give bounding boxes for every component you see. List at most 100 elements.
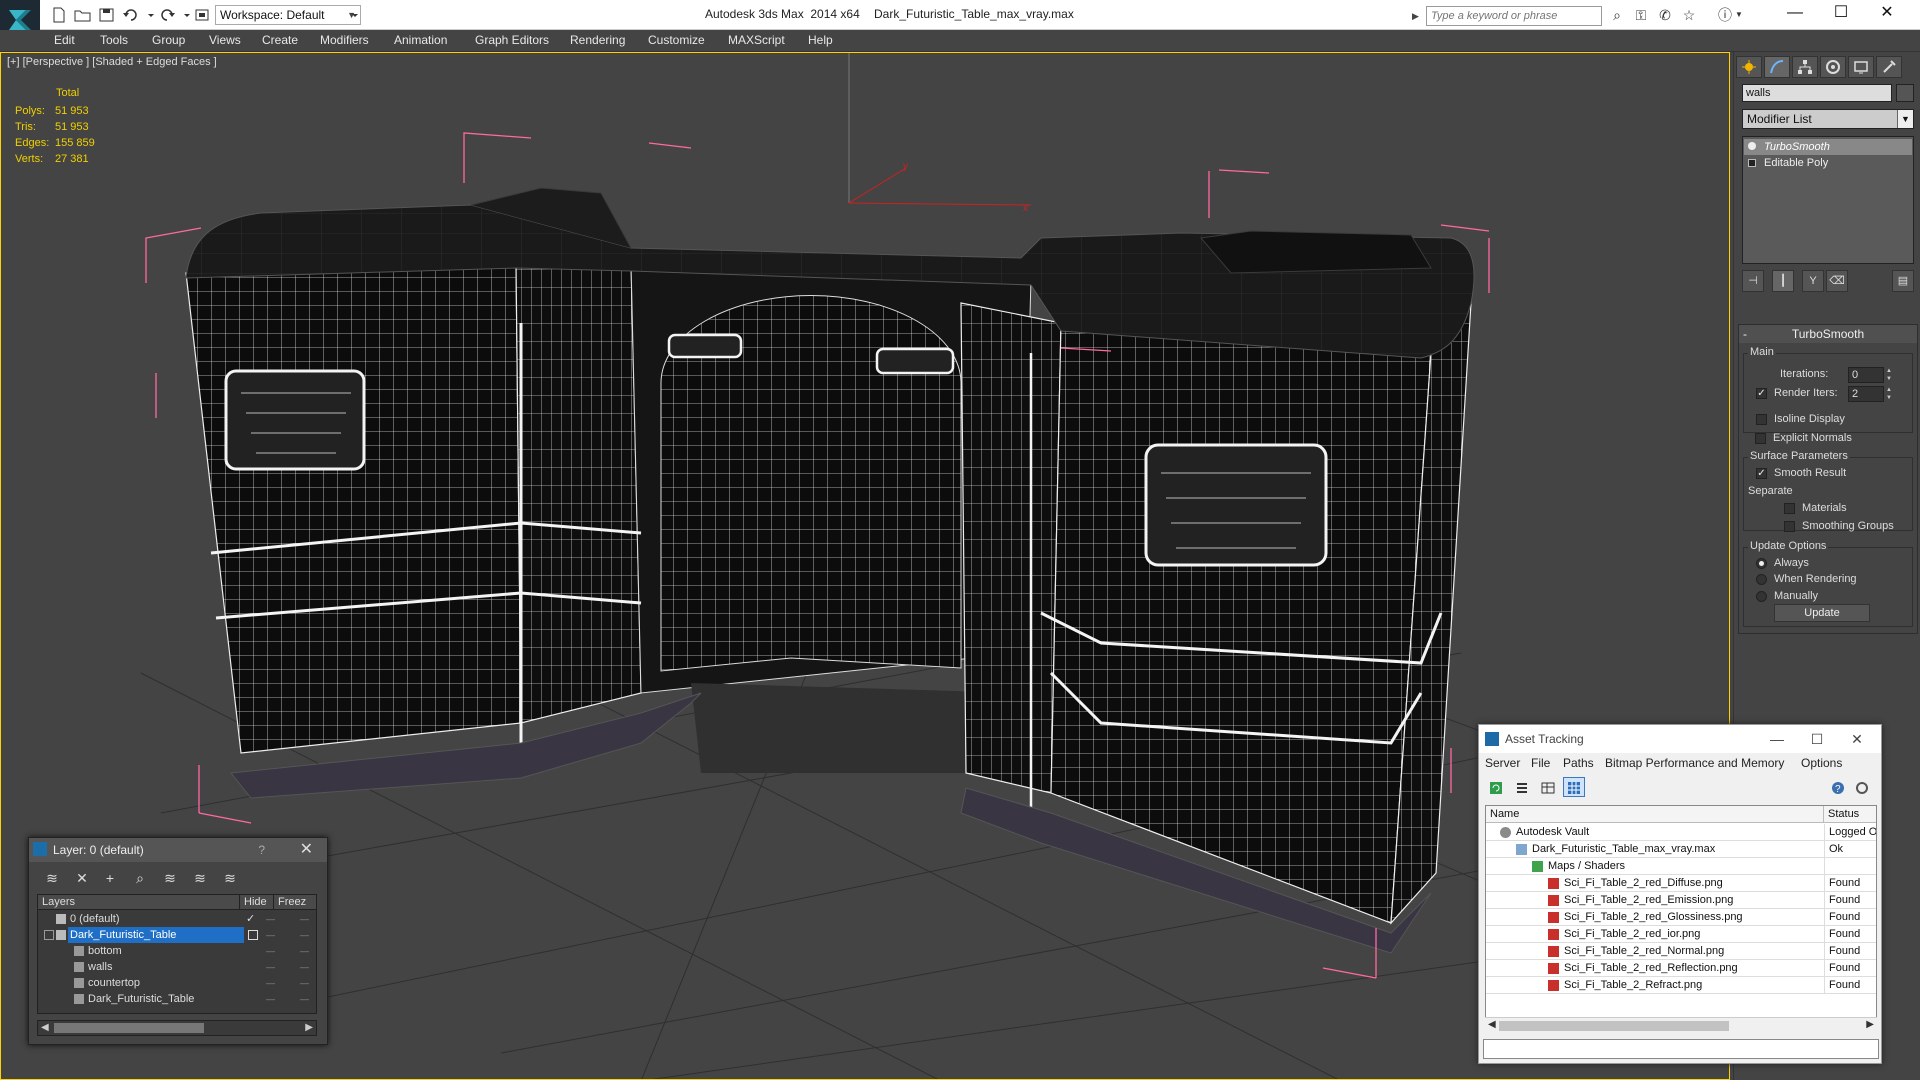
expand-icon[interactable] [1748,159,1756,167]
isoline-display-checkbox[interactable] [1756,414,1767,425]
customize-toolbar-icon[interactable] [346,7,358,23]
asset-row[interactable]: Dark_Futuristic_Table_max_vray.max Ok [1486,841,1876,858]
minimize-button[interactable]: — [1772,0,1818,28]
scroll-thumb[interactable] [54,1023,204,1033]
asset-horizontal-scrollbar[interactable]: ◀ ▶ [1485,1017,1877,1033]
scroll-right-icon[interactable]: ▶ [1866,1018,1874,1032]
materials-checkbox[interactable] [1784,503,1795,514]
minimize-icon[interactable]: — [1757,725,1797,753]
render-iters-spinner[interactable]: 2 [1848,386,1884,402]
menu-customize[interactable]: Customize [648,33,705,47]
column-status[interactable]: Status [1824,806,1876,823]
asset-row[interactable]: Sci_Fi_Table_2_red_Normal.png Found [1486,943,1876,960]
menu-tools[interactable]: Tools [100,33,128,47]
hide-toggle[interactable]: — [266,927,282,943]
subscription-icon[interactable]: ⚿ [1632,7,1650,23]
layer-object-row[interactable]: Dark_Futuristic_Table — — [38,991,316,1007]
select-in-layer-icon[interactable]: ⌕ [129,868,151,888]
hide-toggle[interactable]: — [266,975,282,991]
column-name[interactable]: Name [1486,806,1824,823]
help-icon[interactable]: ⓘ [1716,7,1734,23]
iterations-spinner[interactable]: 0 [1848,367,1884,383]
workspace-selector[interactable]: Workspace: Default ▼ [215,5,361,25]
freeze-all-layers-icon[interactable]: ≋ [219,868,241,888]
layer-object-row[interactable]: countertop — — [38,975,316,991]
scroll-thumb[interactable] [1499,1021,1729,1031]
help-dropdown-icon[interactable]: ▼ [1734,7,1744,23]
new-file-icon[interactable] [50,7,68,23]
menu-modifiers[interactable]: Modifiers [320,33,369,47]
grid-view-icon[interactable] [1563,777,1585,797]
help-icon[interactable]: ? [1827,777,1849,797]
update-button[interactable]: Update [1774,604,1870,622]
asset-row[interactable]: Sci_Fi_Table_2_Refract.png Found [1486,977,1876,994]
layer-horizontal-scrollbar[interactable]: ◀ ▶ [37,1020,317,1036]
freeze-toggle[interactable]: — [300,991,316,1007]
binoculars-icon[interactable]: ⌕ [1608,7,1626,23]
close-button[interactable]: ✕ [1864,0,1910,28]
motion-tab-icon[interactable] [1820,56,1846,78]
hierarchy-tab-icon[interactable] [1792,56,1818,78]
open-folder-icon[interactable] [74,7,92,23]
modify-tab-icon[interactable] [1764,56,1790,78]
menu-rendering[interactable]: Rendering [570,33,625,47]
layer-row[interactable]: 0 (default) ✓ — — [38,911,316,927]
asset-row[interactable]: Maps / Shaders [1486,858,1876,875]
freeze-toggle[interactable]: — [300,943,316,959]
hide-toggle[interactable]: — [266,959,282,975]
stack-item-editable-poly[interactable]: Editable Poly [1744,155,1912,171]
utilities-tab-icon[interactable] [1876,56,1902,78]
scroll-left-icon[interactable]: ◀ [41,1021,49,1035]
redo-dropdown-icon[interactable] [178,7,190,23]
hide-toggle[interactable]: — [266,911,282,927]
smooth-result-checkbox[interactable]: ✓ [1756,468,1767,479]
menu-help[interactable]: Help [808,33,833,47]
active-layer-box[interactable] [248,930,258,940]
stack-item-turbosmooth[interactable]: TurboSmooth [1744,139,1912,155]
menu-graph-editors[interactable]: Graph Editors [475,33,549,47]
menu-paths[interactable]: Paths [1563,756,1594,770]
asset-path-field[interactable] [1483,1039,1879,1059]
project-folder-icon[interactable] [194,7,212,23]
smoothing-groups-checkbox[interactable] [1784,521,1795,532]
menu-maxscript[interactable]: MAXScript [728,33,785,47]
menu-bitmap-performance[interactable]: Bitmap Performance and Memory [1605,756,1784,770]
menu-options[interactable]: Options [1801,756,1842,770]
menu-group[interactable]: Group [152,33,185,47]
explicit-normals-checkbox[interactable] [1755,433,1766,444]
asset-row[interactable]: Sci_Fi_Table_2_red_Emission.png Found [1486,892,1876,909]
active-layer-check-icon[interactable]: ✓ [246,911,255,927]
spinner-arrows-icon[interactable]: ▲ ▼ [1886,367,1894,383]
layer-row[interactable]: Dark_Futuristic_Table — — [38,927,316,943]
maximize-button[interactable]: ☐ [1818,0,1864,28]
layer-dialog-titlebar[interactable]: Layer: 0 (default) ? ✕ [29,838,327,862]
hide-toggle[interactable]: — [266,991,282,1007]
freeze-toggle[interactable]: — [300,927,316,943]
add-to-layer-icon[interactable]: + [99,868,121,888]
redo-icon[interactable] [158,7,176,23]
create-tab-icon[interactable] [1736,56,1762,78]
table-view-icon[interactable] [1537,777,1559,797]
highlight-layer-icon[interactable]: ≋ [159,868,181,888]
menu-edit[interactable]: Edit [54,33,75,47]
spinner-arrows-icon[interactable]: ▲ ▼ [1886,386,1894,402]
make-unique-icon[interactable]: Y [1802,270,1824,292]
communication-center-icon[interactable]: ✆ [1656,7,1674,23]
menu-file[interactable]: File [1531,756,1550,770]
object-name-field[interactable]: walls [1742,84,1892,102]
column-freeze[interactable]: Freez [274,895,316,910]
manually-radio[interactable] [1756,591,1767,602]
undo-dropdown-icon[interactable] [142,7,154,23]
menu-animation[interactable]: Animation [394,33,447,47]
remove-modifier-icon[interactable]: ⌫ [1826,270,1848,292]
viewport-label[interactable]: [+] [Perspective ] [Shaded + Edged Faces… [7,56,217,68]
configure-modifier-sets-icon[interactable]: ▤ [1892,270,1914,292]
lightbulb-icon[interactable] [1748,142,1756,150]
search-input[interactable] [1426,6,1602,26]
expand-icon[interactable] [44,930,54,940]
asset-row[interactable]: Sci_Fi_Table_2_red_Glossiness.png Found [1486,909,1876,926]
asset-row[interactable]: Sci_Fi_Table_2_red_Reflection.png Found [1486,960,1876,977]
menu-server[interactable]: Server [1485,756,1520,770]
help-icon[interactable]: ? [258,838,265,862]
delete-layer-icon[interactable]: ✕ [71,868,93,888]
